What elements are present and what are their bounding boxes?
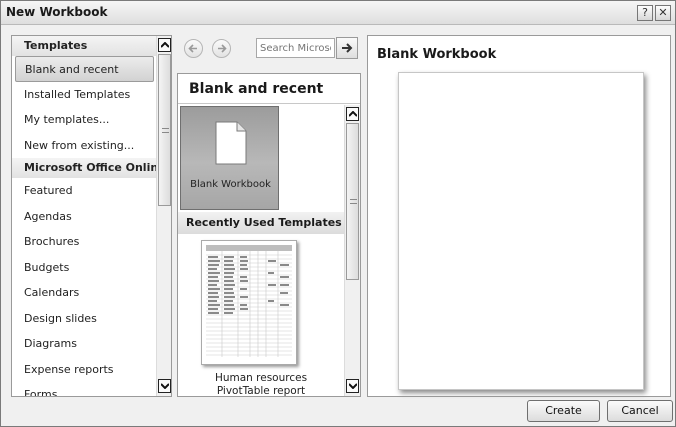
chevron-up-icon: [160, 42, 169, 48]
template-navigation-bar: [177, 35, 361, 65]
gallery-scroll-up-button[interactable]: [346, 107, 359, 121]
section-header-microsoft-office-online: Microsoft Office Online: [12, 158, 166, 178]
category-item-installed-templates[interactable]: Installed Templates: [12, 82, 157, 108]
spreadsheet-preview-icon: [206, 245, 292, 357]
category-item-expense-reports[interactable]: Expense reports: [12, 357, 157, 383]
forward-button[interactable]: [212, 39, 231, 58]
category-item-calendars[interactable]: Calendars: [12, 280, 157, 306]
scroll-grip-icon: [162, 128, 169, 133]
gallery-scroll-thumb[interactable]: [346, 123, 359, 280]
category-item-blank-and-recent[interactable]: Blank and recent: [15, 56, 154, 82]
gallery-content: Blank Workbook Recently Used Templates H…: [178, 105, 344, 396]
help-button[interactable]: ?: [637, 5, 653, 21]
gallery-scrollbar[interactable]: [344, 105, 360, 396]
blank-workbook-tile[interactable]: Blank Workbook: [180, 106, 279, 210]
category-item-forms[interactable]: Forms: [12, 382, 157, 396]
search-input[interactable]: [256, 38, 335, 58]
search-go-button[interactable]: [336, 37, 358, 59]
cancel-button[interactable]: Cancel: [607, 400, 673, 422]
dialog-title: New Workbook: [6, 5, 108, 19]
close-button[interactable]: ✕: [655, 5, 671, 21]
create-button[interactable]: Create: [527, 400, 600, 422]
help-icon: ?: [642, 6, 648, 19]
gallery-heading: Blank and recent: [178, 74, 360, 104]
scroll-grip-icon: [350, 199, 357, 204]
blank-workbook-label: Blank Workbook: [190, 179, 271, 190]
arrow-right-icon: [342, 43, 353, 53]
scroll-down-button[interactable]: [158, 379, 171, 393]
preview-title: Blank Workbook: [377, 47, 497, 62]
close-icon: ✕: [658, 6, 668, 19]
blank-document-icon: [215, 121, 247, 165]
arrow-left-icon: [188, 44, 197, 53]
scroll-thumb[interactable]: [158, 54, 171, 206]
category-item-design-slides[interactable]: Design slides: [12, 306, 157, 332]
chevron-down-icon: [160, 383, 169, 389]
recent-template-label-line1: Human resources: [214, 372, 308, 384]
new-workbook-dialog: New Workbook ? ✕ Templates Blank and rece…: [0, 0, 676, 427]
chevron-up-icon: [348, 111, 357, 117]
recent-template-label-line2: PivotTable report: [216, 385, 306, 396]
back-button[interactable]: [184, 39, 203, 58]
preview-panel: Blank Workbook: [367, 35, 671, 397]
human-resources-template-thumbnail[interactable]: [201, 240, 297, 365]
template-categories-panel: Templates Blank and recent Installed Templ…: [11, 35, 172, 397]
templates-gallery-panel: Blank and recent Blank Workbook Recently…: [177, 73, 361, 397]
category-item-brochures[interactable]: Brochures: [12, 229, 157, 255]
title-bar: New Workbook ? ✕: [1, 1, 675, 25]
category-item-new-from-existing[interactable]: New from existing...: [12, 133, 157, 159]
category-item-featured[interactable]: Featured: [12, 178, 157, 204]
category-item-agendas[interactable]: Agendas: [12, 204, 157, 230]
section-header-templates: Templates: [12, 36, 157, 56]
recent-template-label: Human resources PivotTable report: [178, 372, 344, 396]
gallery-scroll-down-button[interactable]: [346, 379, 359, 393]
recently-used-heading: Recently Used Templates: [178, 212, 344, 234]
arrow-right-icon: [218, 44, 227, 53]
preview-page: [398, 72, 644, 390]
scroll-up-button[interactable]: [158, 38, 171, 52]
category-item-my-templates[interactable]: My templates...: [12, 107, 157, 133]
categories-scrollbar[interactable]: [156, 36, 171, 396]
category-item-diagrams[interactable]: Diagrams: [12, 331, 157, 357]
category-item-budgets[interactable]: Budgets: [12, 255, 157, 281]
chevron-down-icon: [348, 383, 357, 389]
template-categories-list: Templates Blank and recent Installed Templ…: [12, 36, 166, 396]
